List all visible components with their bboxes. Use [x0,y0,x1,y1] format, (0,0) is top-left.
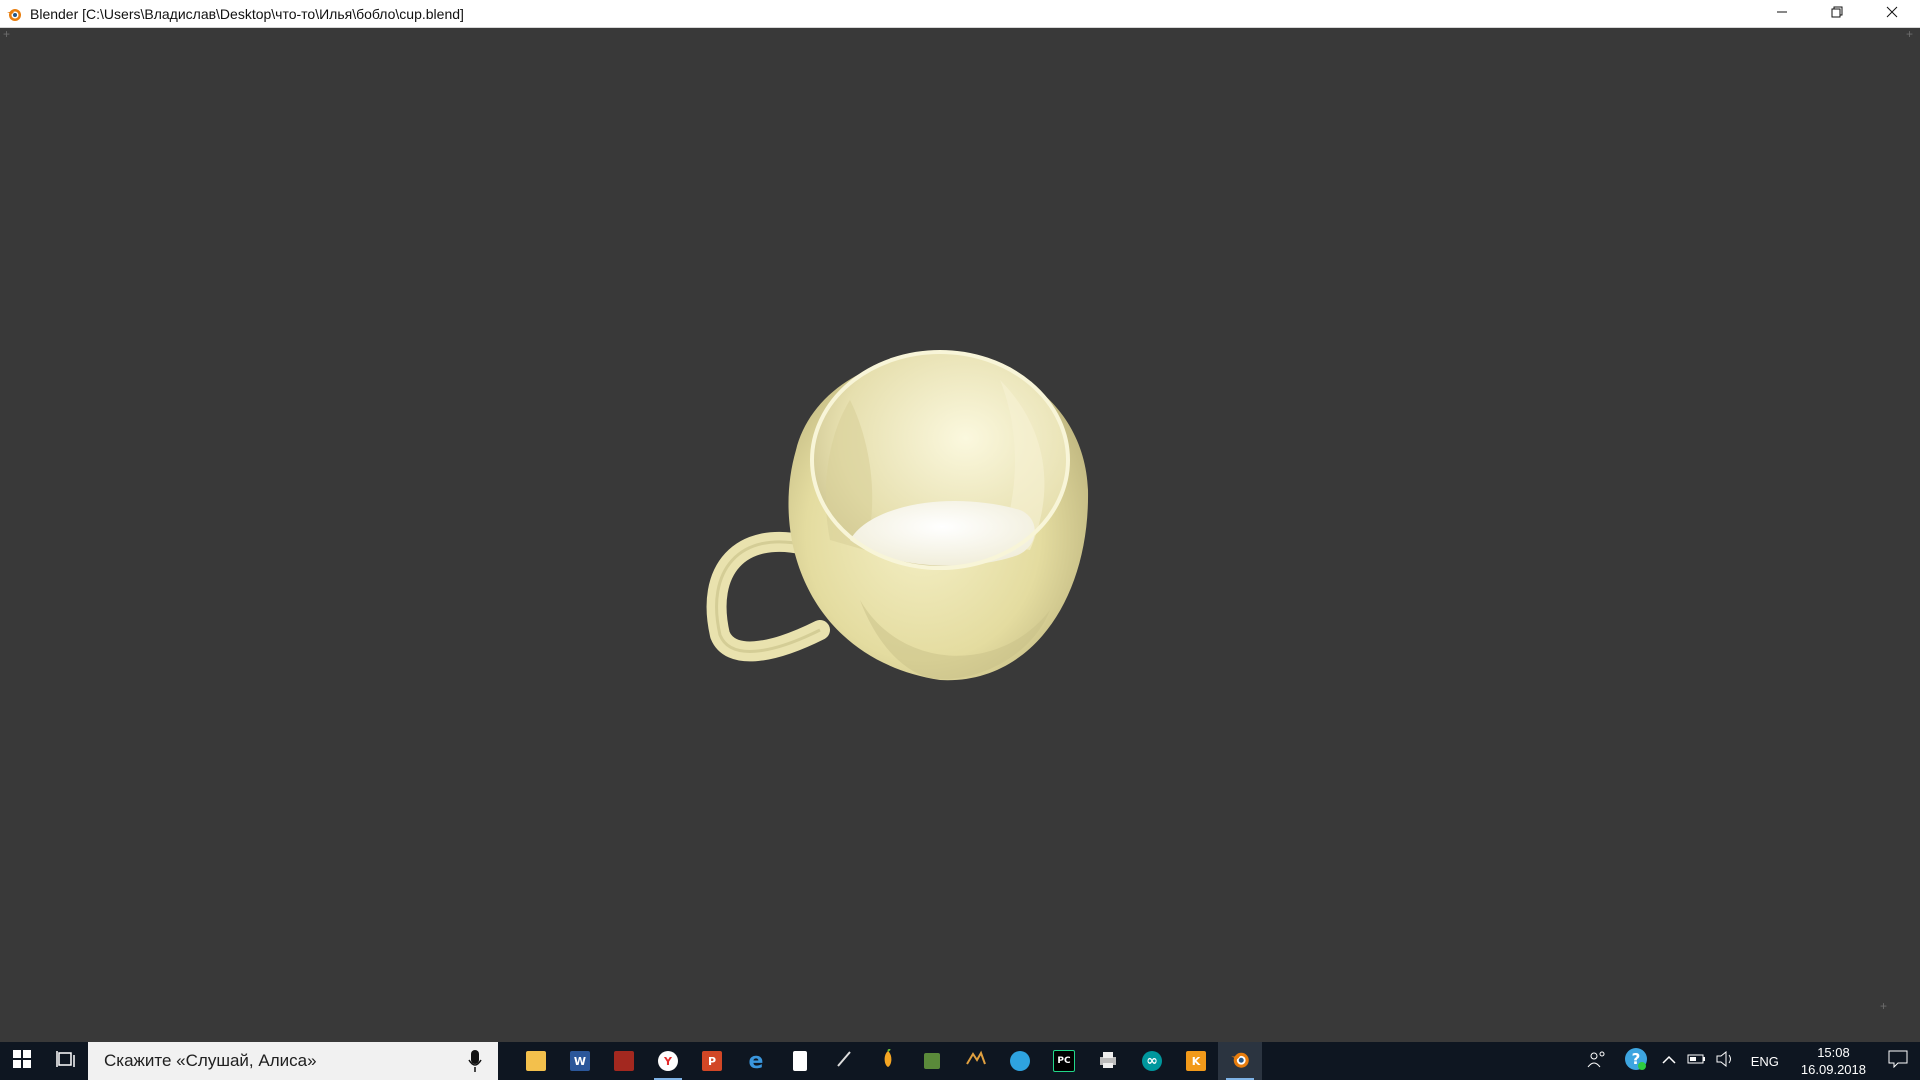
volume-icon [1715,1050,1735,1072]
taskbar-apps: W Y P e PC ∞ K [514,1042,1262,1080]
pycharm-icon: PC [1053,1050,1075,1072]
taskbar-app-yandex-browser[interactable]: Y [646,1042,690,1080]
microphone-icon[interactable] [468,1050,482,1077]
task-view-button[interactable] [44,1042,88,1080]
clock-time: 15:08 [1817,1045,1850,1060]
film-icon [614,1051,634,1071]
taskbar-app-edge[interactable]: e [734,1042,778,1080]
word-icon: W [570,1051,590,1071]
taskbar-app-orange[interactable]: K [1174,1042,1218,1080]
clock-date: 16.09.2018 [1800,1062,1866,1077]
folder-icon [526,1051,546,1071]
taskbar-app-file-explorer[interactable] [514,1042,558,1080]
cup-render[interactable] [700,340,1120,700]
tray-notifications-button[interactable] [1876,1042,1920,1080]
taskbar-app-blender[interactable] [1218,1042,1262,1080]
taskbar-app-pycharm[interactable]: PC [1042,1042,1086,1080]
arduino-icon: ∞ [1142,1051,1162,1071]
restore-icon [1831,5,1843,23]
windows-icon [13,1049,31,1073]
fruit-icon [878,1047,898,1074]
people-icon [1587,1050,1607,1073]
task-view-icon [56,1050,76,1073]
orange-app-icon: K [1186,1051,1206,1071]
area-split-corner-top-left[interactable]: + [3,28,10,40]
taskbar: Скажите «Слушай, Алиса» W Y P e PC ∞ K ?… [0,1042,1920,1080]
powerpoint-icon: P [702,1051,722,1071]
taskbar-app-printer[interactable] [1086,1042,1130,1080]
taskbar-app-game[interactable] [954,1042,998,1080]
tray-battery-button[interactable] [1683,1042,1711,1080]
chevron-up-icon [1662,1052,1676,1070]
start-button[interactable] [0,1042,44,1080]
close-icon [1886,5,1898,23]
tray-help-button[interactable]: ? [1617,1042,1655,1080]
tray-overflow-button[interactable] [1655,1042,1683,1080]
search-box[interactable]: Скажите «Слушай, Алиса» [88,1042,498,1080]
tray-volume-button[interactable] [1711,1042,1739,1080]
notification-icon [1888,1050,1908,1073]
minimize-icon [1776,5,1788,23]
grass-block-icon [924,1053,940,1069]
blender-icon [4,4,24,24]
area-split-corner-top-right[interactable]: + [1906,28,1913,40]
system-tray: ? ENG 15:08 16.09.2018 [1577,1042,1920,1080]
taskbar-app-arduino[interactable]: ∞ [1130,1042,1174,1080]
printer-icon [1098,1049,1118,1074]
restore-button[interactable] [1809,0,1864,28]
tray-clock[interactable]: 15:08 16.09.2018 [1791,1044,1876,1078]
area-split-corner-bottom-right[interactable]: + [1880,1000,1887,1012]
taskbar-app-minecraft[interactable] [910,1042,954,1080]
taskbar-app-red[interactable] [602,1042,646,1080]
battery-icon [1687,1052,1707,1070]
taskbar-app-word[interactable]: W [558,1042,602,1080]
pen-icon [834,1049,854,1074]
search-placeholder: Скажите «Слушай, Алиса» [104,1051,317,1070]
yandex-browser-icon: Y [658,1051,678,1071]
edge-icon: e [748,1048,764,1074]
document-icon [793,1051,807,1071]
tray-people-button[interactable] [1577,1042,1617,1080]
taskbar-app-fl-studio[interactable] [866,1042,910,1080]
blender-taskbar-icon [1230,1049,1250,1074]
taskbar-app-powerpoint[interactable]: P [690,1042,734,1080]
taskbar-app-pen[interactable] [822,1042,866,1080]
blue-circle-icon [1010,1051,1030,1071]
taskbar-app-notepad[interactable] [778,1042,822,1080]
game-icon [965,1050,987,1073]
close-button[interactable] [1864,0,1919,28]
help-icon: ? [1624,1047,1648,1076]
window-titlebar: Blender [C:\Users\Владислав\Desktop\что-… [0,0,1920,28]
tray-language[interactable]: ENG [1739,1042,1791,1080]
minimize-button[interactable] [1754,0,1809,28]
taskbar-app-blue[interactable] [998,1042,1042,1080]
window-title: Blender [C:\Users\Владислав\Desktop\что-… [30,5,464,22]
